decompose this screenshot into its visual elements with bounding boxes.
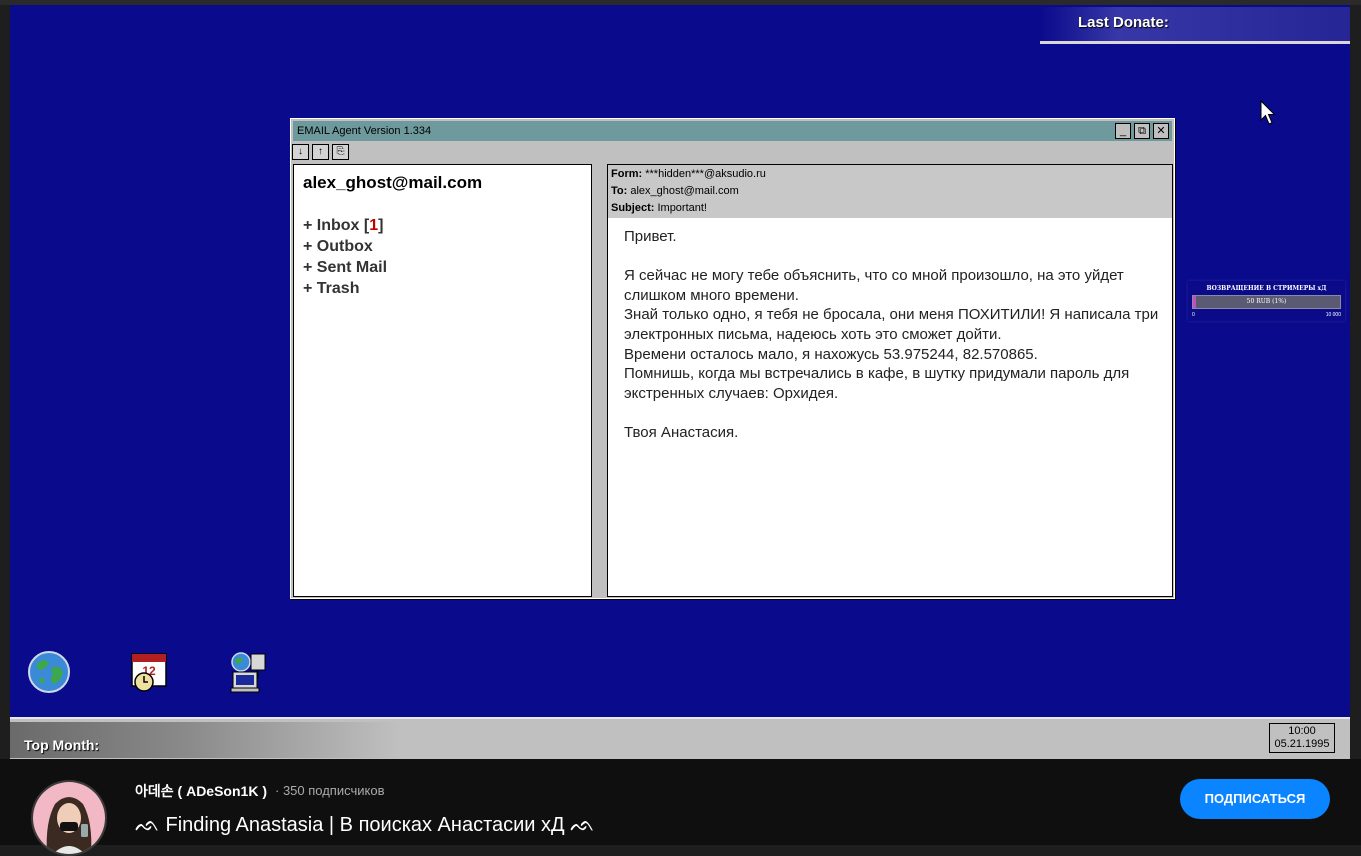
message-body: Привет. Я сейчас не могу тебе объяснить,…: [624, 227, 1164, 443]
calendar-clock-icon[interactable]: 12: [128, 650, 172, 694]
goal-max: 10 000: [1325, 312, 1341, 318]
video-title: ᨒ Finding Anastasia | В поисках Анастаси…: [135, 814, 596, 836]
from-label: Form:: [611, 168, 643, 180]
goal-progress-bar: 50 RUB (1%): [1192, 295, 1341, 309]
message-paragraph: Времени осталось мало, я нахожусь 53.975…: [624, 345, 1038, 363]
message-pane: Form: ***hidden***@aksudio.ru To: alex_g…: [607, 164, 1173, 597]
message-paragraph: Я сейчас не могу тебе объяснить, что со …: [624, 267, 1124, 304]
email-agent-window: EMAIL Agent Version 1.334 _ ⧉ ✕ ↓ ↑ ⎘ al…: [290, 118, 1175, 599]
taskbar: Top Month: 10:00 05.21.1995: [10, 717, 1350, 759]
clock-date: 05.21.1995: [1274, 738, 1330, 750]
message-paragraph: Знай только одно, я тебя не бросала, они…: [624, 306, 1159, 343]
goal-progress-text: 50 RUB (1%): [1246, 298, 1287, 305]
desktop: Last Donate: ВОЗВРАЩЕНИЕ В СТРИМЕРЫ хД 5…: [10, 5, 1350, 717]
window-title: EMAIL Agent Version 1.334: [297, 125, 432, 137]
to-line: To: alex_ghost@mail.com: [611, 185, 739, 197]
subscribe-button[interactable]: ПОДПИСАТЬСЯ: [1180, 779, 1330, 819]
folder-list: + Inbox [1] + Outbox + Sent Mail + Trash: [303, 215, 387, 299]
upload-button[interactable]: ↑: [312, 144, 329, 160]
minimize-button[interactable]: _: [1115, 123, 1131, 139]
folder-outbox[interactable]: + Outbox: [303, 236, 387, 257]
account-address: alex_ghost@mail.com: [303, 173, 483, 192]
avatar-image: [33, 782, 105, 854]
folder-inbox-suffix: ]: [378, 217, 384, 234]
right-border: [1350, 5, 1361, 759]
donation-goal-widget: ВОЗВРАЩЕНИЕ В СТРИМЕРЫ хД 50 RUB (1%) 0 …: [1188, 281, 1345, 321]
last-donate-label: Last Donate:: [1078, 14, 1169, 31]
goal-title: ВОЗВРАЩЕНИЕ В СТРИМЕРЫ хД: [1206, 285, 1327, 292]
message-signature: Твоя Анастасия.: [624, 423, 739, 441]
from-line: Form: ***hidden***@aksudio.ru: [611, 168, 766, 180]
subscriber-count: · 350 подписчиков: [275, 783, 385, 798]
subject-text: Important!: [657, 202, 707, 214]
top-month-label: Top Month:: [24, 737, 100, 753]
folder-trash[interactable]: + Trash: [303, 278, 387, 299]
channel-name[interactable]: 아데손 ( ADeSon1K ): [135, 781, 267, 801]
message-paragraph: Помнишь, когда мы встречались в кафе, в …: [624, 365, 1130, 402]
left-border: [0, 5, 10, 759]
subject-line: Subject: Important!: [611, 202, 707, 214]
folder-inbox-label: + Inbox [: [303, 217, 370, 234]
clock-time: 10:00: [1288, 725, 1316, 737]
globe-icon[interactable]: [27, 650, 71, 694]
to-label: To:: [611, 185, 628, 197]
inbox-unread-count: 1: [369, 217, 379, 234]
close-button[interactable]: ✕: [1153, 123, 1169, 139]
download-button[interactable]: ↓: [292, 144, 309, 160]
network-computer-icon[interactable]: [227, 650, 271, 694]
taskbar-clock: 10:00 05.21.1995: [1269, 723, 1335, 753]
window-titlebar[interactable]: EMAIL Agent Version 1.334 _ ⧉ ✕: [293, 121, 1172, 141]
folder-pane: alex_ghost@mail.com + Inbox [1] + Outbox…: [293, 164, 592, 597]
to-address: alex_ghost@mail.com: [630, 185, 739, 197]
subject-label: Subject:: [611, 202, 655, 214]
message-header: Form: ***hidden***@aksudio.ru To: alex_g…: [608, 165, 1172, 218]
goal-min: 0: [1192, 312, 1195, 318]
youtube-channel-bar: 아데손 ( ADeSon1K ) · 350 подписчиков ᨒ Fin…: [0, 759, 1361, 856]
copy-button[interactable]: ⎘: [332, 144, 349, 160]
from-address: ***hidden***@aksudio.ru: [645, 168, 766, 180]
folder-sent-mail[interactable]: + Sent Mail: [303, 257, 387, 278]
restore-button[interactable]: ⧉: [1134, 123, 1150, 139]
folder-inbox[interactable]: + Inbox [1]: [303, 215, 387, 236]
last-donate-banner: Last Donate:: [1040, 7, 1350, 44]
top-month-banner: Top Month:: [10, 722, 400, 758]
mouse-cursor-icon: [1260, 100, 1276, 125]
message-greeting: Привет.: [624, 228, 677, 245]
